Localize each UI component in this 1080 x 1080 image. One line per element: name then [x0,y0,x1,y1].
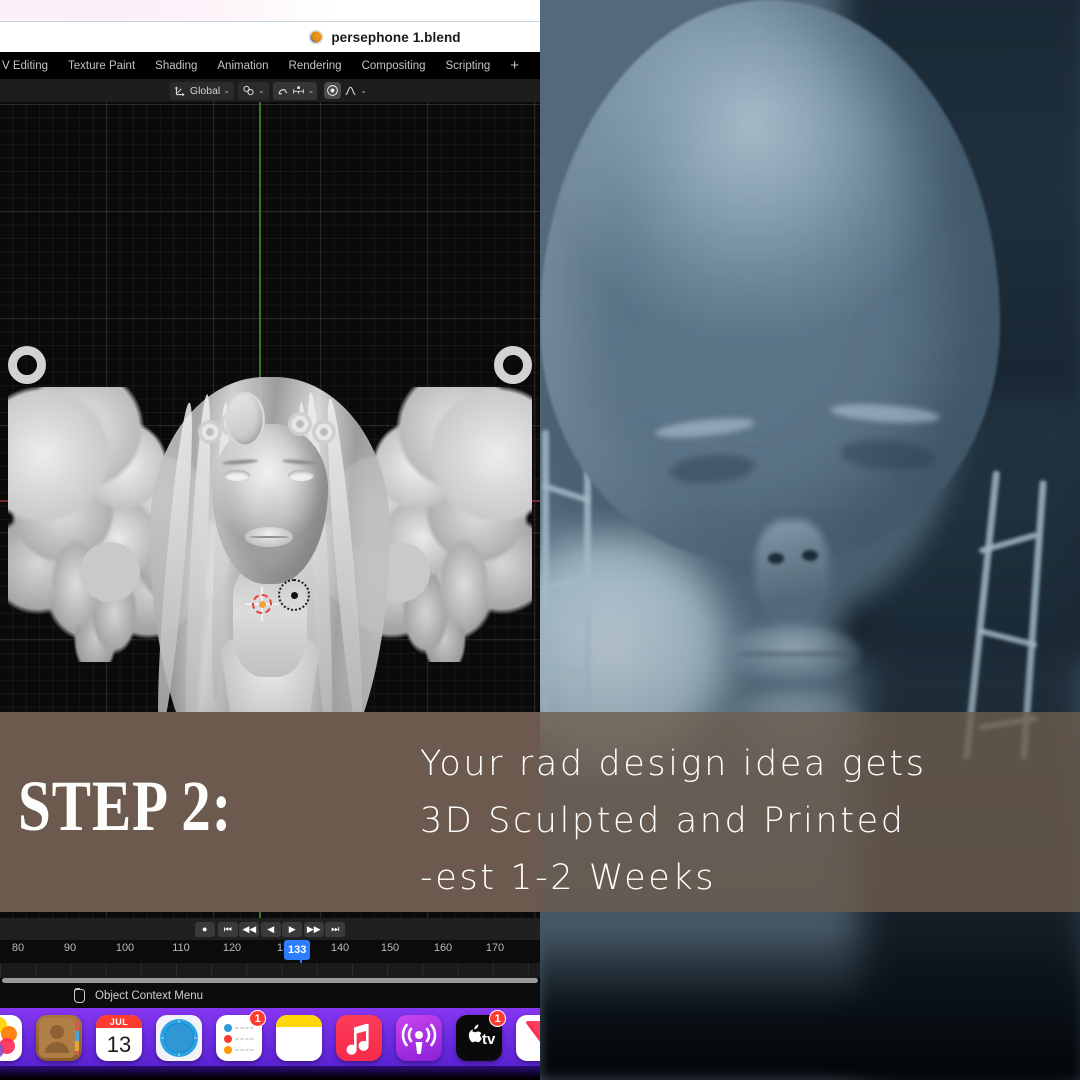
workspace-tabs: V Editing Texture Paint Shading Animatio… [0,52,540,79]
tab-scripting[interactable]: Scripting [446,60,491,72]
dock-item-safari[interactable] [156,1015,202,1061]
next-keyframe-button[interactable]: ▶▶ [304,922,324,937]
dock-item-photos[interactable] [0,1015,22,1061]
status-bar: Object Context Menu [0,983,540,1008]
timeline-ruler[interactable]: 80 90 100 110 120 130 140 150 160 170 13… [0,940,540,963]
timeline-tick: 120 [223,942,241,954]
calendar-month-label: JUL [96,1015,142,1028]
banner-description: Your rad design idea gets 3D Sculpted an… [420,736,1070,907]
contacts-icon [36,1015,82,1061]
jump-to-end-button[interactable]: ⏭ [325,922,345,937]
placeholder-disc-left [80,542,140,602]
pivot-point-dropdown[interactable]: ⌄ [238,82,269,100]
timeline-tick: 140 [331,942,349,954]
banner-line-1: Your rad design idea gets [420,736,1070,793]
tab-animation[interactable]: Animation [217,60,268,72]
chevron-down-icon: ⌄ [223,86,230,95]
crown-flower-1 [198,420,222,444]
tab-texture-paint[interactable]: Texture Paint [68,60,135,72]
dock-item-reminders[interactable]: 1 [216,1015,262,1061]
photos-icon [0,1015,22,1061]
timeline-tick: 110 [172,942,190,954]
window-titlebar: persephone 1.blend [0,22,540,52]
dock-item-calendar[interactable]: JUL 13 [96,1015,142,1061]
step-heading: STEP 2: [18,770,232,842]
previous-keyframe-button[interactable]: ◀◀ [239,922,259,937]
proportional-editing-toggle[interactable] [324,82,341,99]
blender-app-window: persephone 1.blend V Editing Texture Pai… [0,0,540,1080]
transform-orientation-icon [174,84,187,97]
dock-item-appletv[interactable]: tv 1 [456,1015,502,1061]
snap-to-increment-icon [292,84,305,97]
3d-cursor[interactable] [245,587,279,621]
chevron-down-icon: ⌄ [258,86,265,95]
record-button[interactable]: ● [195,922,215,937]
svg-text:tv: tv [482,1031,496,1048]
podcasts-icon [396,1015,442,1061]
timeline-track-strip[interactable] [0,963,540,978]
mouse-right-click-icon [74,989,85,1003]
status-bar-hint: Object Context Menu [95,990,203,1002]
chevron-down-icon: ⌄ [308,86,315,95]
mac-menubar-strip [0,0,540,22]
add-workspace-button[interactable]: + [510,57,519,74]
hanging-ring-right [494,346,532,384]
blender-icon [309,30,323,44]
dock-item-news[interactable] [516,1015,540,1061]
apple-tv-badge: 1 [489,1010,506,1027]
tab-shading[interactable]: Shading [155,60,197,72]
tab-uv-editing[interactable]: V Editing [2,60,48,72]
dock-item-notes[interactable] [276,1015,322,1061]
chevron-down-icon: ⌄ [360,86,367,95]
play-reverse-button[interactable]: ◀ [261,922,281,937]
current-frame-indicator[interactable]: 133 [284,940,310,960]
snapping-magnet-icon [276,84,289,97]
banner-line-3: -est 1-2 Weeks [420,850,1070,907]
timeline-tick: 150 [381,942,399,954]
transform-orientation-dropdown[interactable]: Global ⌄ [170,82,234,100]
dock-item-podcasts[interactable] [396,1015,442,1061]
jump-to-start-button[interactable]: ⏮ [218,922,238,937]
play-button[interactable]: ▶ [282,922,302,937]
forehead-gem [225,392,265,447]
macos-dock: JUL 13 [0,1008,540,1080]
printed-head-photo [540,0,1080,1080]
safari-icon [156,1015,202,1061]
window-file-title: persephone 1.blend [331,30,460,45]
timeline-tick: 80 [12,942,24,954]
tab-rendering[interactable]: Rendering [289,60,342,72]
tab-compositing[interactable]: Compositing [362,60,426,72]
timeline-playback-controls: ● ⏮ ◀◀ ◀ ▶ ▶▶ ⏭ [0,918,540,940]
viewport-tool-header: Global ⌄ ⌄ ⌄ [0,79,540,102]
hanging-ring-left [8,346,46,384]
music-icon [336,1015,382,1061]
transform-orientation-label: Global [190,85,220,97]
banner-line-2: 3D Sculpted and Printed [420,793,1070,850]
crown-flower-3 [288,412,312,436]
proportional-editing-group[interactable]: ⌄ [321,82,370,100]
dock-item-music[interactable] [336,1015,382,1061]
object-origin-gizmo[interactable] [278,579,310,611]
proportional-editing-icon [326,84,339,97]
calendar-day-label: 13 [107,1028,131,1061]
timeline-tick: 90 [64,942,76,954]
timeline-tick: 160 [434,942,452,954]
sculpture-nose [256,480,282,522]
timeline-tick: 100 [116,942,134,954]
crown-flower-4 [312,420,336,444]
snapping-group[interactable]: ⌄ [273,82,318,100]
proportional-falloff-icon [344,84,357,97]
pivot-point-icon [242,84,255,97]
reminders-badge: 1 [249,1010,266,1027]
photo-blue-tint [540,0,1080,1080]
screenshot-root: persephone 1.blend V Editing Texture Pai… [0,0,1080,1080]
timeline-tick: 170 [486,942,504,954]
news-icon [516,1015,540,1061]
dock-item-contacts[interactable] [36,1015,82,1061]
